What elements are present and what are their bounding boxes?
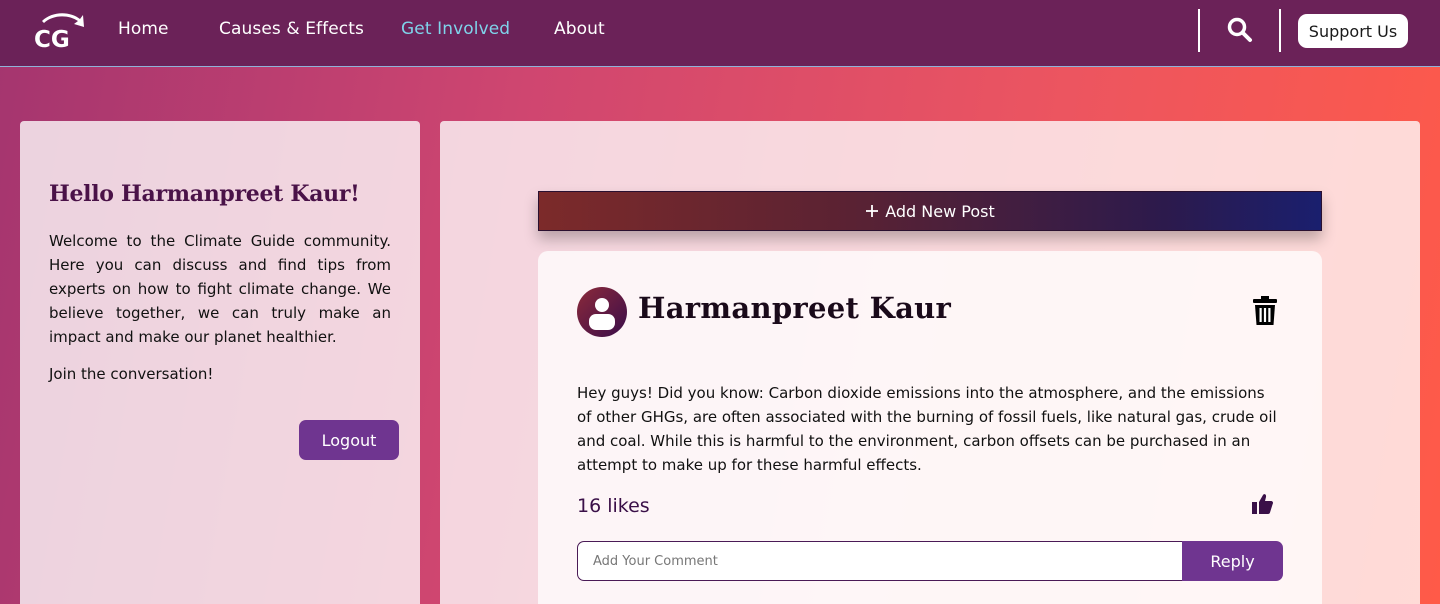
welcome-text: Welcome to the Climate Guide community. …: [49, 232, 391, 346]
thumbs-up-icon[interactable]: [1252, 493, 1274, 515]
logout-button[interactable]: Logout: [299, 420, 399, 460]
trash-icon[interactable]: [1252, 296, 1278, 326]
posts-panel: Add New Post Harmanpreet Kaur Hey guys! …: [440, 121, 1420, 604]
nav-link-causes-effects[interactable]: Causes & Effects: [219, 19, 364, 39]
post-card: Harmanpreet Kaur Hey guys! Did you know:…: [538, 251, 1322, 604]
top-nav: CG Home Causes & Effects Get Involved Ab…: [0, 0, 1440, 67]
greeting-heading: Hello Harmanpreet Kaur!: [49, 181, 360, 207]
welcome-panel: Hello Harmanpreet Kaur! Welcome to the C…: [20, 121, 420, 604]
nav-divider: [1279, 9, 1281, 52]
join-text: Join the conversation!: [49, 365, 214, 383]
reply-button[interactable]: Reply: [1182, 541, 1283, 581]
nav-divider: [1198, 9, 1200, 52]
user-avatar-icon: [577, 287, 627, 337]
plus-icon: [866, 205, 879, 217]
support-us-button[interactable]: Support Us: [1298, 14, 1408, 48]
nav-link-get-involved[interactable]: Get Involved: [401, 19, 510, 39]
post-author: Harmanpreet Kaur: [638, 291, 952, 325]
nav-link-home[interactable]: Home: [118, 19, 169, 39]
post-body: Hey guys! Did you know: Carbon dioxide e…: [577, 384, 1277, 474]
add-new-post-label: Add New Post: [885, 201, 995, 221]
climate-guide-logo[interactable]: CG: [30, 9, 86, 51]
add-new-post-button[interactable]: Add New Post: [538, 191, 1322, 231]
likes-count: 16 likes: [577, 495, 650, 517]
search-icon[interactable]: [1226, 16, 1254, 44]
comment-input[interactable]: [577, 541, 1183, 581]
nav-link-about[interactable]: About: [554, 19, 605, 39]
logo-text: CG: [34, 27, 70, 51]
